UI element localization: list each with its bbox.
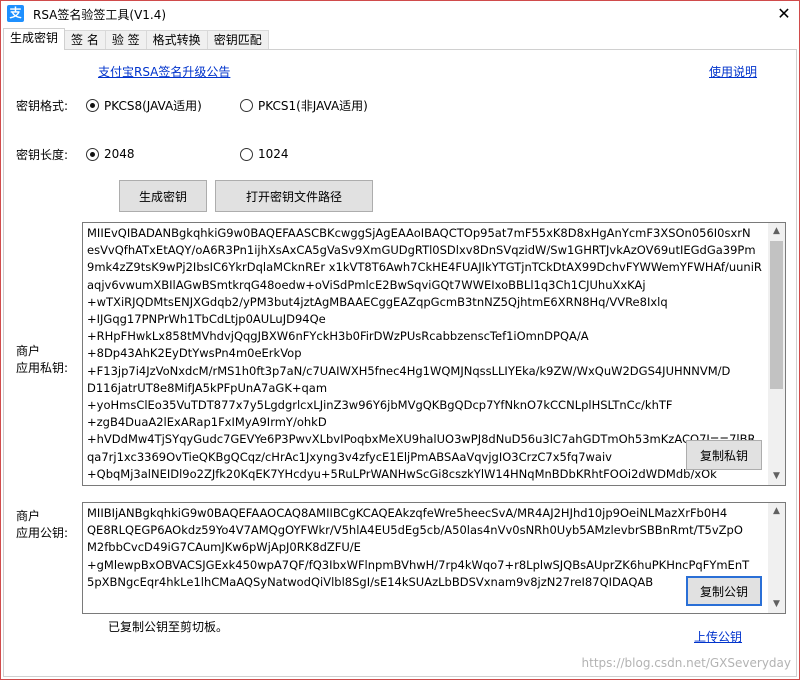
upload-public-key-link[interactable]: 上传公钥 (694, 628, 742, 645)
public-key-textarea[interactable]: MIIBIjANBgkqhkiG9w0BAQEFAAOCAQ8AMIIBCgKC… (82, 502, 786, 614)
radio-1024[interactable]: 1024 (240, 147, 289, 161)
watermark: https://blog.csdn.net/GXSeveryday (581, 656, 791, 670)
radio-2048-dot (86, 147, 99, 161)
scroll-up-icon[interactable]: ▲ (768, 223, 785, 240)
radio-pkcs1-label: PKCS1(非JAVA适用) (258, 99, 368, 113)
tab-bar: 生成密钥 签 名 验 签 格式转换 密钥匹配 (3, 28, 269, 50)
private-key-scrollbar[interactable]: ▲ ▼ (768, 223, 785, 485)
private-key-label: 商户 应用私钥: (16, 343, 68, 377)
private-key-text: MIIEvQIBADANBgkqhkiG9w0BAQEFAASCBKcwggSj… (87, 226, 762, 481)
title-bar: 支 RSA签名验签工具(V1.4) ✕ (1, 1, 799, 26)
public-key-label-line2: 应用公钥: (16, 526, 69, 540)
radio-1024-dot (240, 147, 253, 161)
tab-sign[interactable]: 签 名 (64, 30, 106, 50)
alipay-icon: 支 (7, 5, 24, 22)
scroll-down-icon[interactable]: ▼ (768, 468, 785, 485)
close-icon[interactable]: ✕ (769, 1, 799, 26)
tab-format-convert[interactable]: 格式转换 (145, 30, 208, 50)
radio-pkcs1[interactable]: PKCS1(非JAVA适用) (240, 97, 368, 114)
generate-key-button[interactable]: 生成密钥 (119, 180, 207, 212)
tab-key-match[interactable]: 密钥匹配 (206, 30, 269, 50)
public-key-text: MIIBIjANBgkqhkiG9w0BAQEFAAOCAQ8AMIIBCgKC… (87, 506, 750, 589)
public-key-label-line1: 商户 (16, 509, 41, 523)
app-window: 支 RSA签名验签工具(V1.4) ✕ 生成密钥 签 名 验 签 格式转换 密钥… (0, 0, 800, 680)
generate-key-panel: 支付宝RSA签名升级公告 使用说明 密钥格式: PKCS8(JAVA适用) PK… (3, 49, 797, 677)
open-key-path-button[interactable]: 打开密钥文件路径 (215, 180, 373, 212)
scroll-up-icon[interactable]: ▲ (768, 503, 785, 520)
upgrade-notice-link[interactable]: 支付宝RSA签名升级公告 (98, 63, 230, 80)
public-key-scrollbar[interactable]: ▲ ▼ (768, 503, 785, 613)
status-message: 已复制公钥至剪切板。 (108, 620, 229, 634)
key-length-label: 密钥长度: (16, 148, 69, 162)
window-title: RSA签名验签工具(V1.4) (33, 8, 167, 22)
radio-pkcs8-dot (86, 99, 99, 112)
public-key-label: 商户 应用公钥: (16, 508, 68, 542)
usage-help-link[interactable]: 使用说明 (709, 63, 757, 80)
tab-generate-key[interactable]: 生成密钥 (3, 28, 66, 50)
private-key-label-line1: 商户 (16, 344, 41, 358)
scroll-down-icon[interactable]: ▼ (768, 596, 785, 613)
key-format-label: 密钥格式: (16, 99, 69, 113)
private-key-textarea[interactable]: MIIEvQIBADANBgkqhkiG9w0BAQEFAASCBKcwggSj… (82, 222, 786, 486)
tab-verify[interactable]: 验 签 (104, 30, 147, 50)
radio-pkcs1-dot (240, 99, 253, 112)
radio-2048-label: 2048 (104, 147, 135, 161)
radio-1024-label: 1024 (258, 147, 289, 161)
private-key-label-line2: 应用私钥: (16, 361, 69, 375)
copy-private-key-button[interactable]: 复制私钥 (686, 440, 762, 470)
copy-public-key-button[interactable]: 复制公钥 (686, 576, 762, 606)
radio-pkcs8-label: PKCS8(JAVA适用) (104, 99, 202, 113)
scroll-thumb[interactable] (770, 241, 783, 389)
radio-2048[interactable]: 2048 (86, 147, 135, 161)
radio-pkcs8[interactable]: PKCS8(JAVA适用) (86, 97, 202, 114)
